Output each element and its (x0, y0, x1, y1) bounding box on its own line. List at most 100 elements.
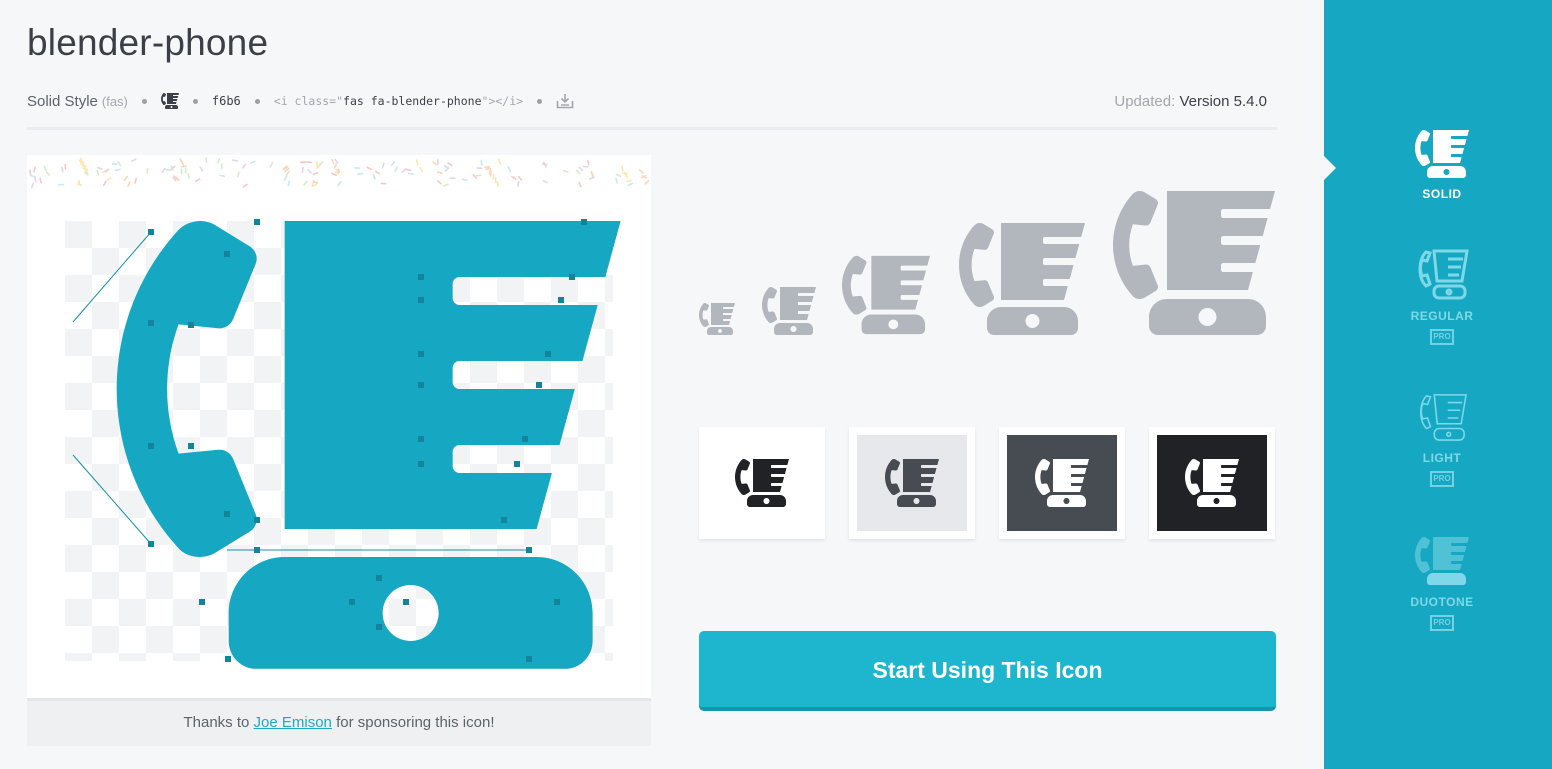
style-solid[interactable]: SOLID (1392, 130, 1492, 201)
style-label: DUOTONE (1410, 595, 1474, 609)
sprinkle (582, 165, 589, 168)
page-title: blender-phone (27, 22, 269, 63)
active-style-pointer (1324, 156, 1336, 180)
sprinkle (494, 177, 497, 184)
sprinkle (496, 181, 499, 187)
blender-phone-icon-sm (762, 287, 816, 335)
sprinkle (43, 165, 47, 172)
updated-info: Updated: Version 5.4.0 (1114, 93, 1267, 110)
sprinkle (498, 158, 502, 165)
sprinkle (407, 172, 414, 176)
sprinkle (284, 175, 288, 181)
separator-dot (141, 98, 147, 104)
sprinkle (303, 180, 308, 186)
sprinkle (436, 171, 443, 175)
sprinkle (187, 173, 190, 179)
sprinkle (106, 177, 112, 181)
sponsor-link[interactable]: Joe Emison (254, 714, 332, 731)
sprinkle (29, 174, 36, 178)
sprinkle (205, 156, 208, 163)
sprinkle (114, 168, 121, 172)
swatch-inner (707, 435, 817, 531)
sprinkle (626, 179, 632, 183)
sprinkle (405, 168, 412, 172)
sprinkle (449, 177, 456, 180)
size-previews (699, 185, 1277, 335)
sprinkle (307, 168, 312, 174)
style-regular[interactable]: REGULAR PRO (1392, 248, 1492, 345)
sprinkle (219, 174, 226, 178)
sprinkle (58, 183, 65, 186)
sprinkle (96, 169, 100, 176)
swatch-dark[interactable] (1149, 427, 1275, 539)
sprinkle (461, 178, 468, 182)
blender-phone-icon (735, 459, 789, 507)
sprinkle (354, 167, 361, 169)
swatch-light[interactable] (849, 427, 975, 539)
sprinkle (415, 159, 419, 166)
icon-detail-main: blender-phone Solid Style (fas) f6b6 <i … (27, 0, 1277, 769)
separator-dot (537, 98, 543, 104)
swatch-gray[interactable] (999, 427, 1125, 539)
html-snippet[interactable]: <i class="fas fa-blender-phone"></i> (274, 94, 523, 108)
divider (27, 127, 1277, 130)
style-light[interactable]: LIGHT PRO (1392, 392, 1492, 487)
sprinkle (30, 182, 35, 189)
sprinkle (134, 177, 137, 184)
start-using-button[interactable]: Start Using This Icon (699, 631, 1276, 711)
download-icon[interactable] (556, 93, 574, 109)
sprinkle (418, 166, 424, 173)
blender-phone-solid-icon (1415, 130, 1469, 178)
icon-preview-panel: Thanks to Joe Emison for sponsoring this… (27, 155, 651, 746)
pro-badge: PRO (1430, 471, 1454, 487)
sprinkle (117, 161, 122, 167)
sprinkle (180, 168, 183, 175)
swatch-white[interactable] (699, 427, 825, 539)
sprinkle (97, 166, 103, 170)
sprinkle (123, 175, 128, 182)
sprinkle (578, 181, 582, 188)
style-sidebar: SOLID REGULAR PRO LIGHT PRO DUOTONE PRO (1324, 0, 1552, 769)
blender-phone-icon (1185, 459, 1239, 507)
sprinkle (615, 173, 622, 178)
blender-phone-duotone-icon (1415, 536, 1469, 585)
sprinkle (199, 166, 204, 172)
sprinkle (39, 177, 42, 184)
sprinkle (511, 175, 517, 180)
blender-phone-icon-lg (959, 223, 1085, 335)
updated-version: Version 5.4.0 (1179, 92, 1267, 110)
blender-phone-icon (1035, 459, 1089, 507)
blender-phone-glyph-icon[interactable] (161, 93, 179, 109)
unicode-value[interactable]: f6b6 (212, 94, 241, 108)
sprinkle (180, 160, 185, 166)
sprinkle (184, 167, 187, 174)
sprinkle (287, 180, 291, 187)
sprinkle (306, 161, 313, 164)
html-snippet-prefix: <i class=" (273, 94, 344, 108)
sprinkle (269, 162, 274, 168)
sprinkle (111, 163, 118, 165)
sprinkle (432, 161, 438, 166)
sprinkle (517, 175, 523, 181)
sprinkle (33, 166, 36, 173)
style-duotone[interactable]: DUOTONE PRO (1392, 536, 1492, 631)
sprinkle (442, 183, 449, 187)
swatch-inner (857, 435, 967, 531)
sprinkle (194, 178, 201, 182)
sprinkle (241, 163, 247, 169)
sprinkle (380, 182, 387, 185)
sprinkle (250, 160, 256, 164)
sprinkles-decoration (29, 156, 650, 189)
sprinkle (217, 157, 221, 164)
separator-dot (254, 98, 260, 104)
sprinkle (131, 158, 137, 163)
style-label: Solid Style (27, 92, 98, 110)
sprinkle (146, 167, 149, 174)
sprinkle (437, 158, 439, 165)
blender-phone-regular-icon (1418, 249, 1469, 300)
sprinkle (638, 169, 644, 174)
blender-phone-icon-xl (1113, 191, 1275, 335)
pro-badge: PRO (1430, 329, 1454, 345)
sprinkle (61, 166, 64, 173)
sprinkle (381, 162, 385, 169)
